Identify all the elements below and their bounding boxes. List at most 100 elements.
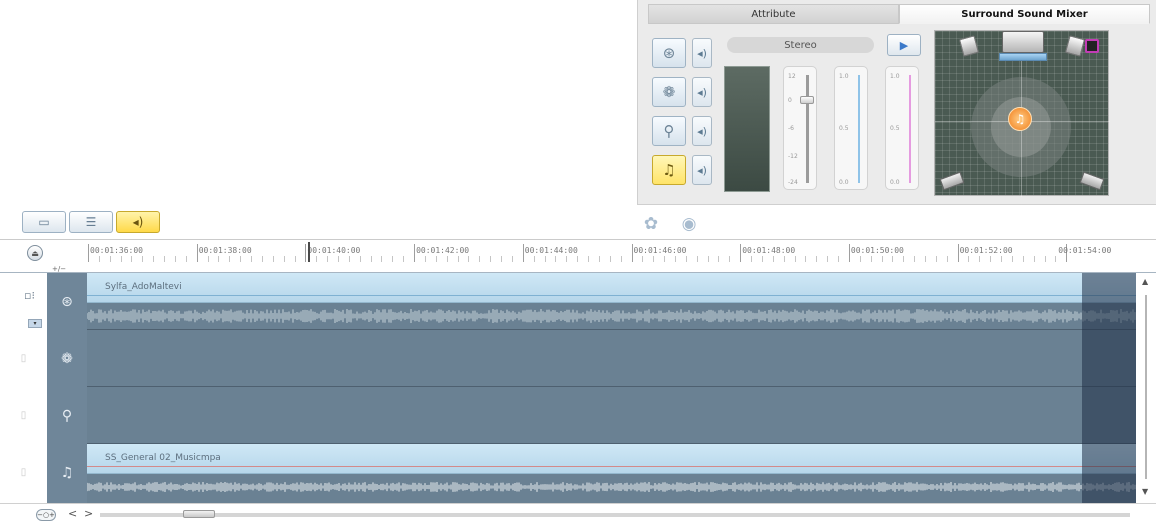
playhead[interactable] (308, 242, 310, 262)
ruler-minor-tick (805, 256, 807, 262)
overlay-track[interactable] (87, 330, 1136, 387)
music-clip[interactable]: SS_General 02_Musicmpa (87, 444, 1136, 474)
ruler-minor-tick (327, 256, 329, 262)
voice-track[interactable] (87, 387, 1136, 444)
timeline-ruler[interactable]: ⏏ +/− 00:01:36:00 00:01:38:00 00:01:40:00 0… (0, 239, 1156, 273)
front-level-meter: 1.0 0.5 0.0 (834, 66, 868, 190)
track-lock-icon[interactable]: ▯ (21, 410, 27, 421)
voice-track-button[interactable]: ⚲ (652, 116, 686, 146)
ruler-minor-tick (696, 256, 698, 262)
ruler-minor-tick (642, 256, 644, 262)
ruler-minor-tick (381, 256, 383, 262)
eject-icon[interactable]: ⏏ (27, 245, 43, 261)
voice-track-volume-button[interactable]: ◂) (692, 116, 712, 146)
ruler-minor-tick (588, 256, 590, 262)
timeline-view-button[interactable]: ☰ (69, 211, 113, 233)
ruler-minor-tick (718, 256, 720, 262)
clip-volume-line[interactable] (87, 466, 1136, 467)
ruler-minor-tick (859, 256, 861, 262)
track-icon-column: ⊛ ❁ ⚲ ♫ (47, 273, 87, 503)
ruler-timecode: 00:01:54:00 (1058, 246, 1112, 255)
ruler-minor-tick (870, 256, 872, 262)
ruler-minor-tick (272, 256, 274, 262)
ruler-timecode: 00:01:42:00 (416, 246, 470, 255)
ruler-major-tick (88, 244, 89, 262)
volume-slider[interactable]: 12 0 -6 -12 -24 (783, 66, 817, 190)
ruler-minor-tick (1022, 256, 1024, 262)
track-icon-voice[interactable]: ⚲ (47, 387, 87, 444)
ruler-minor-tick (685, 256, 687, 262)
ruler-minor-tick (338, 256, 339, 262)
ruler-minor-tick (501, 256, 503, 262)
clip-volume-line[interactable] (87, 295, 1136, 296)
track-header: ▯ (0, 330, 47, 387)
overlay-track-volume-button[interactable]: ◂) (692, 77, 712, 107)
ruler-minor-tick (207, 256, 209, 262)
scroll-right-button[interactable]: > (84, 507, 93, 520)
video-clip[interactable]: Sylfa_AdoMaltevi (87, 273, 1136, 303)
storyboard-view-button[interactable]: ▭ (22, 211, 66, 233)
ruler-minor-tick (435, 256, 437, 262)
track-icon-overlay[interactable]: ❁ (47, 330, 87, 387)
ruler-minor-tick (348, 256, 350, 262)
music-track-volume-button[interactable]: ◂) (692, 155, 712, 185)
ruler-minor-tick (609, 256, 611, 262)
ruler-minor-tick (990, 256, 992, 262)
audio-view-button[interactable]: ◂) (116, 211, 160, 233)
center-speaker-base (999, 53, 1047, 61)
ruler-minor-tick (98, 256, 100, 262)
clip-name: Sylfa_AdoMaltevi (105, 282, 182, 292)
horizontal-scrollbar[interactable] (100, 513, 1130, 517)
ruler-major-tick (414, 244, 416, 262)
ruler-timecode: 00:01:50:00 (850, 246, 904, 255)
track-expand-icon[interactable]: ▫⁝ (24, 289, 35, 302)
ruler-minor-tick (751, 256, 753, 262)
audio-view-icon: ◂) (132, 215, 144, 229)
ruler-minor-tick (174, 256, 176, 262)
ruler-minor-tick (457, 256, 459, 262)
rear-level-meter: 1.0 0.5 0.0 (885, 66, 919, 190)
scroll-left-button[interactable]: < (68, 507, 77, 520)
front-level-bar (858, 75, 860, 183)
zoom-control[interactable]: −○+ (36, 509, 56, 521)
track-icon-music[interactable]: ♫ (47, 444, 87, 501)
scroll-down-icon[interactable]: ▼ (1142, 487, 1148, 496)
ruler-minor-tick (577, 256, 579, 262)
video-track-volume-button[interactable]: ◂) (692, 38, 712, 68)
rear-left-speaker-icon (939, 171, 965, 191)
scroll-up-icon[interactable]: ▲ (1142, 277, 1148, 286)
ruler-minor-tick (283, 256, 285, 262)
video-track[interactable]: Sylfa_AdoMaltevi (87, 273, 1136, 330)
project-end-region (1082, 273, 1136, 503)
reel-icon[interactable]: ✿ (639, 213, 663, 235)
video-reel-icon: ⊛ (662, 44, 676, 62)
track-icon-video[interactable]: ⊛ (47, 273, 87, 330)
timeline-tracks[interactable]: Sylfa_AdoMaltevi SS_General 02_Musicmpa (87, 273, 1136, 503)
track-lock-icon[interactable]: ▯ (21, 353, 27, 364)
slider-thumb[interactable] (800, 96, 814, 104)
overlay-track-button[interactable]: ❁ (652, 77, 686, 107)
ruler-minor-tick (490, 256, 492, 262)
video-track-button[interactable]: ⊛ (652, 38, 686, 68)
vertical-scrollbar[interactable]: ▲ ▼ (1137, 273, 1156, 503)
music-track[interactable]: SS_General 02_Musicmpa (87, 444, 1136, 501)
slider-tick: 0 (788, 97, 792, 104)
ruler-minor-tick (794, 256, 796, 262)
slider-tick: -6 (788, 125, 794, 132)
scrollbar-track[interactable] (1145, 295, 1147, 479)
tab-attribute[interactable]: Attribute (648, 4, 899, 24)
ruler-minor-tick (403, 256, 405, 262)
track-lock-icon[interactable]: ▯ (21, 467, 27, 478)
tab-surround-sound-mixer[interactable]: Surround Sound Mixer (899, 4, 1150, 24)
disc-icon[interactable]: ◉ (677, 213, 701, 235)
center-speaker-icon (1002, 31, 1044, 53)
sound-position-handle[interactable]: ♫ (1008, 107, 1032, 131)
ruler-minor-tick (218, 256, 220, 262)
play-button[interactable]: ▶ (887, 34, 921, 56)
track-dropdown[interactable]: ▾ (28, 319, 42, 328)
ruler-timecode: 00:01:36:00 (90, 246, 143, 255)
ruler-zoom-label[interactable]: +/− (52, 265, 66, 273)
horizontal-scroll-thumb[interactable] (183, 510, 215, 518)
music-track-button[interactable]: ♫ (652, 155, 686, 185)
surround-field[interactable]: ♫ (934, 30, 1110, 197)
